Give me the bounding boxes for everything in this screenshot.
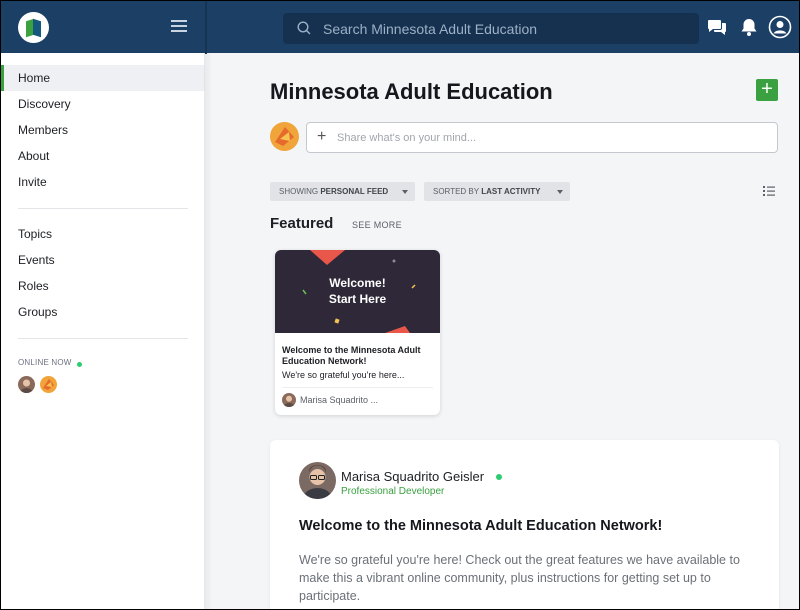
- chevron-down-icon: [557, 190, 563, 194]
- featured-heading: Featured: [270, 215, 334, 232]
- top-divider: [205, 1, 207, 54]
- post-body: We're so grateful you're here! Check out…: [299, 553, 740, 603]
- sort-filter-prefix: SORTED BY: [433, 187, 479, 196]
- card-divider: [282, 387, 433, 388]
- sort-filter-value: LAST ACTIVITY: [481, 187, 541, 196]
- card-image-line1: Welcome!: [329, 276, 386, 290]
- sidebar-item-discovery[interactable]: Discovery: [1, 91, 205, 117]
- post-author-name[interactable]: Marisa Squadrito Geisler: [341, 469, 484, 484]
- sidebar-item-members[interactable]: Members: [1, 117, 205, 143]
- network-logo-icon[interactable]: [18, 12, 49, 43]
- sidebar-item-roles[interactable]: Roles: [1, 273, 205, 299]
- post-card: Marisa Squadrito Geisler Professional De…: [270, 440, 779, 610]
- search-box: [283, 13, 699, 44]
- page-title: Minnesota Adult Education: [270, 79, 553, 104]
- avatar[interactable]: [18, 376, 35, 393]
- post-title[interactable]: Welcome to the Minnesota Adult Education…: [299, 518, 662, 534]
- sidebar-item-about[interactable]: About: [1, 143, 205, 169]
- sidebar-item-home[interactable]: Home: [1, 65, 205, 91]
- sidebar-item-events[interactable]: Events: [1, 247, 205, 273]
- see-more-link[interactable]: SEE MORE: [352, 220, 402, 230]
- hamburger-icon[interactable]: [171, 20, 187, 33]
- post-composer: +: [306, 122, 778, 153]
- online-indicator: [77, 362, 82, 367]
- card-author: Marisa Squadrito ...: [300, 395, 379, 405]
- search-icon: [297, 21, 311, 35]
- avatar[interactable]: [270, 122, 299, 151]
- sidebar-divider: [18, 338, 188, 339]
- top-bar: [0, 0, 800, 54]
- add-button[interactable]: +: [756, 79, 778, 101]
- avatar: [282, 393, 296, 407]
- card-excerpt: We're so grateful you're here...: [282, 370, 405, 380]
- feed-filter-value: PERSONAL FEED: [320, 187, 389, 196]
- chevron-down-icon: [402, 190, 408, 194]
- feed-filter-prefix: SHOWING: [279, 187, 319, 196]
- online-indicator: [496, 474, 502, 480]
- sidebar-divider: [18, 208, 188, 209]
- card-title: Welcome to the Minnesota Adult Education…: [282, 345, 421, 366]
- post-author-role: Professional Developer: [341, 486, 445, 497]
- search-input[interactable]: [323, 13, 693, 44]
- feed-filter-dropdown[interactable]: SHOWING PERSONAL FEED: [270, 182, 415, 201]
- sidebar-item-topics[interactable]: Topics: [1, 221, 205, 247]
- bell-icon[interactable]: [738, 16, 760, 38]
- featured-card[interactable]: Welcome! Start Here Welcome to the Minne…: [275, 250, 440, 415]
- composer-input[interactable]: [337, 123, 767, 152]
- card-image: Welcome! Start Here: [275, 250, 440, 333]
- plus-icon: +: [317, 128, 327, 145]
- card-image-line2: Start Here: [328, 292, 387, 306]
- list-view-icon[interactable]: [762, 184, 776, 198]
- user-account-icon[interactable]: [768, 15, 792, 39]
- sidebar-item-groups[interactable]: Groups: [1, 299, 205, 325]
- sidebar-item-invite[interactable]: Invite: [1, 169, 205, 195]
- sidebar: Home Discovery Members About Invite Topi…: [0, 53, 205, 610]
- avatar[interactable]: [40, 376, 57, 393]
- sort-filter-dropdown[interactable]: SORTED BY LAST ACTIVITY: [424, 182, 570, 201]
- sidebar-shadow: [204, 53, 212, 610]
- avatar[interactable]: [299, 462, 336, 499]
- messages-icon[interactable]: [706, 16, 728, 38]
- online-now-label: ONLINE NOW: [18, 358, 72, 367]
